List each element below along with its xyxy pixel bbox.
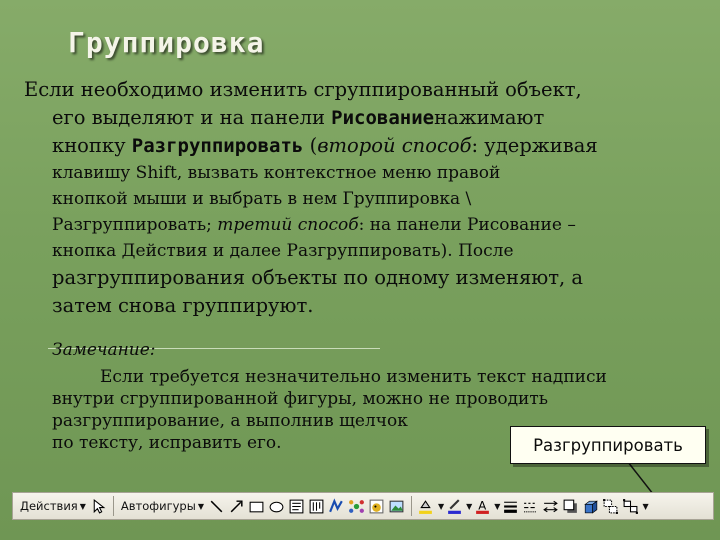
para-line-1: Если необходимо изменить сгруппированный… — [24, 78, 582, 101]
para-line-8: разгруппирования объекты по одному измен… — [52, 266, 584, 289]
shadow-icon[interactable] — [560, 495, 580, 517]
toolbar-separator — [112, 496, 114, 516]
line-icon[interactable] — [207, 495, 227, 517]
wordart-icon[interactable] — [327, 495, 347, 517]
text-box-icon[interactable] — [287, 495, 307, 517]
ungroup-button-name: Разгруппировать — [131, 135, 304, 157]
group-icon[interactable] — [620, 495, 640, 517]
ungroup-icon[interactable] — [600, 495, 620, 517]
para-line-6: Разгруппировать; третий способ: на панел… — [52, 215, 576, 235]
dropdown-arrow-icon: ▼ — [79, 501, 86, 511]
para-line-5: кнопкой мыши и выбрать в нем Группировка… — [52, 189, 472, 209]
toolbar-options-icon[interactable]: ▼ — [642, 502, 648, 511]
para-line-9: затем снова группируют. — [52, 294, 314, 317]
diagram-icon[interactable] — [347, 495, 367, 517]
note-line-1: Если требуется незначительно изменить те… — [100, 367, 607, 387]
clipart-icon[interactable] — [367, 495, 387, 517]
note-line-2: внутри сгруппированной фигуры, можно не … — [52, 389, 549, 409]
para-line-4: клавишу Shift, вызвать контекстное меню … — [52, 163, 501, 183]
arrow-style-icon[interactable] — [540, 495, 560, 517]
autoshapes-menu-button[interactable]: Автофигуры ▼ — [118, 495, 207, 517]
para-line-3: кнопку Разгруппировать (второй способ: у… — [52, 134, 598, 157]
font-color-icon[interactable]: A — [472, 495, 492, 517]
drawing-panel-name: Рисование — [331, 107, 435, 129]
oval-icon[interactable] — [267, 495, 287, 517]
picture-icon[interactable] — [387, 495, 407, 517]
select-pointer-icon[interactable] — [89, 495, 109, 517]
3d-icon[interactable] — [580, 495, 600, 517]
drawing-toolbar: Действия ▼ Автофигуры ▼ ▼ ▼ A ▼ ▼ — [12, 492, 714, 520]
dash-style-icon[interactable] — [520, 495, 540, 517]
actions-label: Действия — [20, 499, 78, 513]
slide-title: Группировка — [68, 26, 265, 59]
line-style-icon[interactable] — [500, 495, 520, 517]
svg-text:A: A — [478, 498, 486, 512]
line-color-icon[interactable] — [444, 495, 464, 517]
note-label: Замечание: — [52, 340, 156, 360]
ungroup-callout: Разгруппировать — [510, 426, 706, 464]
rectangle-icon[interactable] — [247, 495, 267, 517]
main-paragraph: Если необходимо изменить сгруппированный… — [24, 76, 704, 320]
arrow-icon[interactable] — [227, 495, 247, 517]
para-line-7: кнопка Действия и далее Разгруппировать)… — [52, 241, 514, 261]
vertical-text-icon[interactable] — [307, 495, 327, 517]
para-line-2: его выделяют и на панели Рисованиенажима… — [52, 106, 545, 129]
autoshapes-label: Автофигуры — [120, 499, 196, 513]
fill-color-icon[interactable] — [416, 495, 436, 517]
toolbar-separator — [410, 496, 412, 516]
actions-menu-button[interactable]: Действия ▼ — [17, 495, 89, 517]
dropdown-arrow-icon: ▼ — [197, 501, 204, 511]
